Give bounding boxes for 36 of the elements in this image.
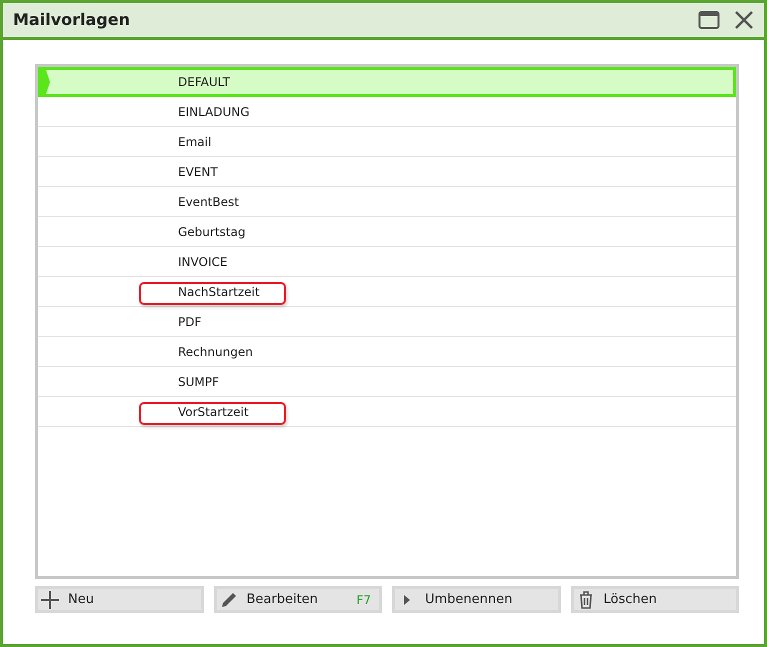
template-name: VorStartzeit bbox=[178, 404, 249, 420]
template-name: DEFAULT bbox=[178, 74, 230, 91]
template-row[interactable]: INVOICE bbox=[38, 247, 736, 277]
template-row[interactable]: Rechnungen bbox=[38, 337, 736, 367]
template-name: EVENT bbox=[178, 164, 218, 180]
template-name: EINLADUNG bbox=[178, 104, 250, 120]
template-row[interactable]: VorStartzeit bbox=[38, 397, 736, 427]
template-name: INVOICE bbox=[178, 254, 228, 270]
template-row[interactable]: EINLADUNG bbox=[38, 97, 736, 127]
template-row[interactable]: NachStartzeit bbox=[38, 277, 736, 307]
template-row[interactable]: SUMPF bbox=[38, 367, 736, 397]
action-button[interactable]: Umbenennen bbox=[392, 586, 560, 613]
template-name: Email bbox=[178, 134, 212, 150]
template-name: Geburtstag bbox=[178, 224, 246, 240]
action-button[interactable]: Neu bbox=[35, 586, 204, 613]
close-icon bbox=[734, 10, 754, 30]
template-row[interactable]: Geburtstag bbox=[38, 217, 736, 247]
close-button[interactable] bbox=[734, 10, 754, 30]
maximize-button[interactable] bbox=[698, 10, 720, 30]
action-button[interactable]: Bearbeiten F7 bbox=[214, 586, 382, 613]
selection-marker-icon bbox=[41, 70, 51, 94]
template-name: EventBest bbox=[178, 194, 239, 210]
action-button[interactable]: Löschen bbox=[570, 586, 739, 613]
maximize-icon bbox=[698, 10, 720, 30]
template-name: SUMPF bbox=[178, 374, 219, 390]
window-title: Mailvorlagen bbox=[13, 9, 131, 31]
template-row[interactable]: Email bbox=[38, 127, 736, 157]
template-row[interactable]: EVENT bbox=[38, 157, 736, 187]
shortcut-hint: F7 bbox=[356, 592, 371, 608]
template-name: NachStartzeit bbox=[178, 284, 260, 300]
template-row[interactable]: EventBest bbox=[38, 187, 736, 217]
plus-icon bbox=[40, 590, 60, 610]
template-row[interactable]: DEFAULT bbox=[38, 67, 736, 97]
template-name: PDF bbox=[178, 314, 202, 330]
template-row[interactable]: PDF bbox=[38, 307, 736, 337]
template-name: Rechnungen bbox=[178, 344, 253, 360]
